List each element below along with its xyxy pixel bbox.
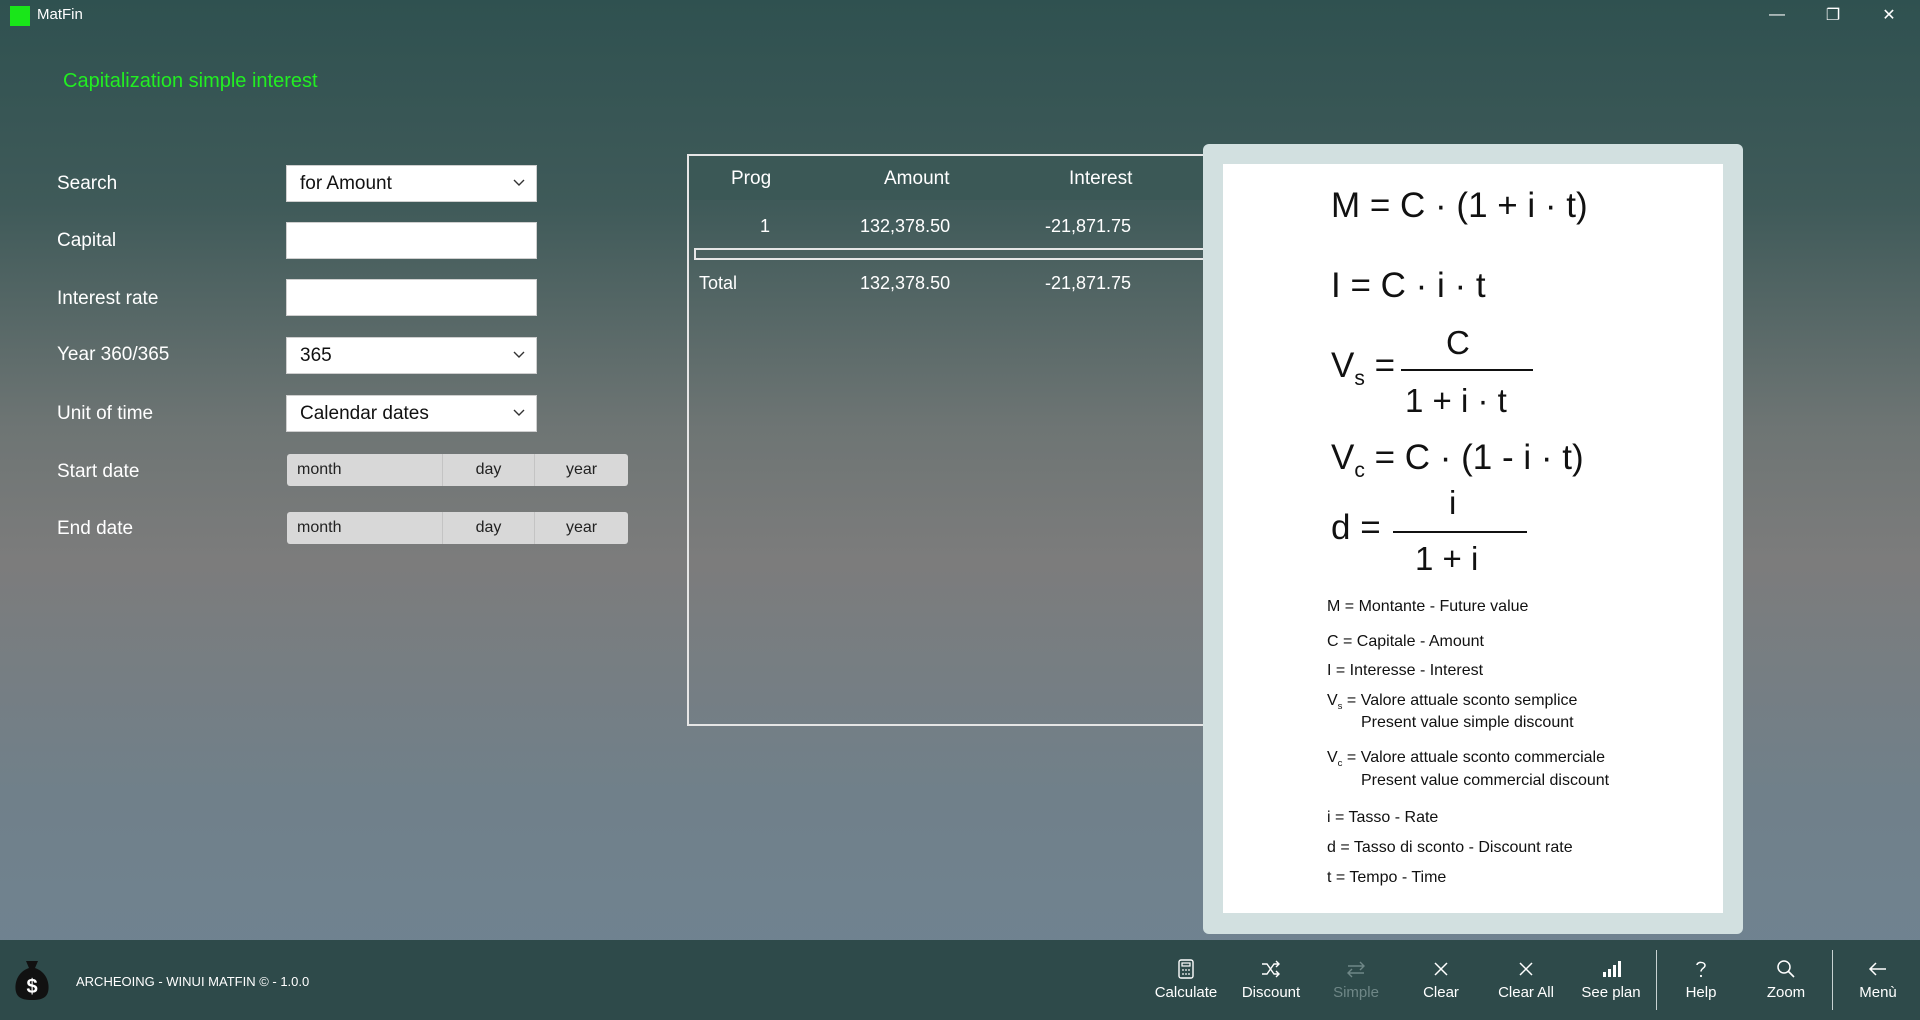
search-combobox[interactable]: for Amount [286, 165, 537, 202]
total-label: Total [699, 273, 738, 293]
zoom-button[interactable]: Zoom [1747, 954, 1825, 1010]
see-plan-button[interactable]: See plan [1572, 954, 1650, 1010]
unit-of-time-combobox-value: Calendar dates [300, 402, 429, 424]
legend-discount-rate: d = Tasso di sconto - Discount rate [1327, 839, 1573, 856]
interest-rate-input[interactable] [286, 279, 537, 316]
shuffle-icon [1262, 960, 1280, 978]
title-bar: MatFin — ❐ ✕ [0, 0, 1920, 30]
simple-button[interactable]: Simple [1317, 954, 1395, 1010]
back-arrow-icon [1868, 962, 1886, 976]
interest-rate-label: Interest rate [57, 288, 159, 309]
column-header-interest[interactable]: Interest [1069, 168, 1132, 190]
close-window-button[interactable]: ✕ [1866, 2, 1912, 28]
maximize-button[interactable]: ❐ [1810, 2, 1856, 28]
legend-vc: Vc = Valore attuale sconto commerciale [1327, 749, 1605, 770]
legend-time: t = Tempo - Time [1327, 869, 1447, 886]
unit-of-time-combobox[interactable]: Calendar dates [286, 395, 537, 432]
app-logo-icon [10, 6, 30, 26]
capital-label: Capital [57, 230, 117, 251]
close-icon [1519, 962, 1533, 976]
formula-future-value: M = C · (1 + i · t) [1331, 186, 1588, 225]
page-title: Capitalization simple interest [63, 70, 318, 92]
table-divider [694, 248, 1205, 260]
unit-of-time-label: Unit of time [57, 403, 154, 424]
end-date-month[interactable]: month [287, 512, 443, 544]
legend-vc-en: Present value commercial discount [1361, 772, 1610, 789]
legend-rate: i = Tasso - Rate [1327, 809, 1439, 826]
start-date-label: Start date [57, 461, 140, 482]
command-separator [1656, 950, 1657, 1010]
search-label: Search [57, 173, 118, 194]
legend-c: C = Capitale - Amount [1327, 633, 1484, 650]
minimize-button[interactable]: — [1754, 2, 1800, 28]
start-date-year[interactable]: year [535, 454, 628, 486]
legend-m: M = Montante - Future value [1327, 598, 1529, 615]
row-amount: 132,378.50 [860, 216, 951, 236]
end-date-label: End date [57, 518, 134, 539]
results-table: Prog Amount Interest 1 132,378.50 -21,87… [687, 154, 1207, 726]
start-date-day[interactable]: day [443, 454, 535, 486]
search-icon [1777, 960, 1795, 978]
capital-input[interactable] [286, 222, 537, 259]
calculate-button[interactable]: Calculate [1147, 954, 1225, 1010]
money-bag-icon: $ [15, 961, 49, 1000]
menu-button[interactable]: Menù [1839, 954, 1917, 1010]
end-date-year[interactable]: year [535, 512, 628, 544]
legend-vs-en: Present value simple discount [1361, 714, 1574, 731]
end-date-day[interactable]: day [443, 512, 535, 544]
end-date-picker[interactable]: month day year [287, 512, 628, 544]
command-bar: $ ARCHEOING - WINUI MATFIN © - 1.0.0 Cal… [0, 940, 1920, 1020]
help-icon [1696, 961, 1706, 978]
chevron-down-icon [513, 179, 525, 186]
formula-interest: I = C · i · t [1331, 266, 1486, 305]
total-interest: -21,871.75 [1045, 273, 1132, 293]
start-date-picker[interactable]: month day year [287, 454, 628, 486]
bar-chart-icon [1603, 961, 1621, 977]
swap-icon [1347, 961, 1365, 978]
column-header-prog[interactable]: Prog [731, 168, 771, 190]
chevron-down-icon [513, 351, 525, 358]
close-icon [1434, 962, 1448, 976]
row-prog: 1 [760, 216, 771, 236]
total-amount: 132,378.50 [860, 273, 951, 293]
legend-i: I = Interesse - Interest [1327, 662, 1484, 679]
table-header: Prog Amount Interest [689, 156, 1205, 200]
clear-all-button[interactable]: Clear All [1487, 954, 1565, 1010]
svg-text:$: $ [26, 976, 37, 998]
row-interest: -21,871.75 [1045, 216, 1132, 236]
column-header-amount[interactable]: Amount [884, 168, 949, 190]
discount-button[interactable]: Discount [1232, 954, 1310, 1010]
search-combobox-value: for Amount [300, 172, 392, 194]
formula-present-value-commercial: Vc = C · (1 - i · t) [1331, 438, 1584, 482]
formula-sheet: M = C · (1 + i · t) I = C · i · t Vs = C… [1223, 164, 1723, 913]
year-basis-combobox-value: 365 [300, 344, 332, 366]
chevron-down-icon [513, 409, 525, 416]
year-basis-label: Year 360/365 [57, 344, 170, 365]
app-title: MatFin [37, 6, 83, 23]
calculator-icon [1178, 959, 1194, 979]
footer-copyright: ARCHEOING - WINUI MATFIN © - 1.0.0 [76, 974, 310, 989]
start-date-month[interactable]: month [287, 454, 443, 486]
clear-button[interactable]: Clear [1402, 954, 1480, 1010]
help-button[interactable]: Help [1662, 954, 1740, 1010]
year-basis-combobox[interactable]: 365 [286, 337, 537, 374]
command-separator [1832, 950, 1833, 1010]
legend-vs: Vs = Valore attuale sconto semplice [1327, 692, 1578, 713]
